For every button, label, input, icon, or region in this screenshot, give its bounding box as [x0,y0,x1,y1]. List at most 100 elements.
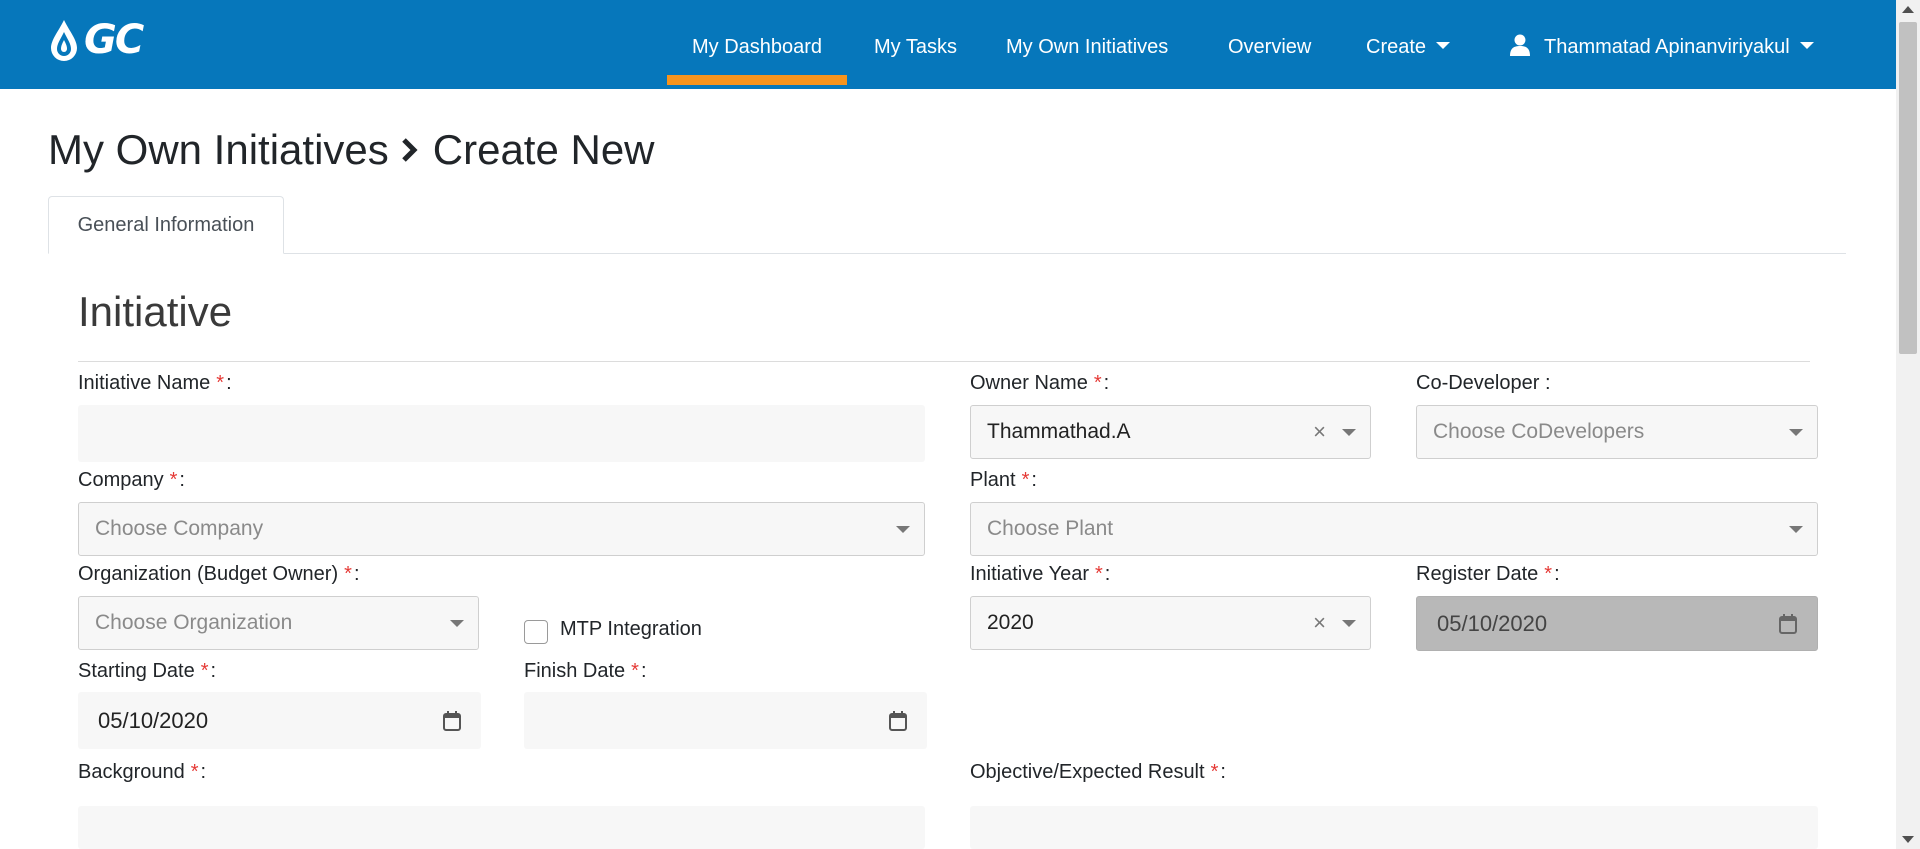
breadcrumb: My Own Initiatives Create New [48,126,655,174]
mtp-integration-label[interactable]: MTP Integration [560,618,702,641]
breadcrumb-parent[interactable]: My Own Initiatives [48,126,389,174]
label-suffix: : [200,761,207,783]
tab-general-information-label: General Information [77,214,255,236]
dropdown-arrow-icon [896,526,910,533]
chevron-down-icon [1799,42,1814,50]
required-mark: * [216,372,225,394]
plant-label: Plant *: [970,469,1037,492]
clear-icon[interactable]: × [1313,612,1326,634]
nav-overview-label: Overview [1228,36,1312,58]
tab-general-information[interactable]: General Information [48,196,284,254]
starting-date-label-text: Starting Date [78,660,195,682]
user-icon [1510,34,1530,56]
owner-name-select[interactable]: Thammathad.A × [970,405,1371,459]
company-placeholder: Choose Company [95,517,264,540]
user-menu-dropdown[interactable]: Thammatad Apinanviriyakul [1510,0,1814,89]
nav-overview[interactable]: Overview [1228,0,1311,89]
background-textarea[interactable] [78,806,925,849]
initiative-year-select[interactable]: 2020 × [970,596,1371,650]
co-developer-select[interactable]: Choose CoDevelopers [1416,405,1818,459]
organization-label: Organization (Budget Owner) *: [78,563,360,586]
section-title: Initiative [78,288,233,335]
required-mark: * [631,660,639,682]
starting-date-value: 05/10/2020 [98,707,209,733]
dropdown-arrow-icon [1342,429,1356,436]
chevron-right-icon [401,137,419,163]
initiative-name-input[interactable] [78,405,925,462]
nav-my-tasks[interactable]: My Tasks [874,0,957,89]
required-mark: * [1544,563,1553,585]
required-mark: * [1210,761,1219,783]
section-divider [78,361,1810,362]
dropdown-arrow-icon [1789,429,1803,436]
scroll-up-arrow-icon[interactable] [1902,6,1914,13]
breadcrumb-current: Create New [432,126,655,173]
starting-date-label: Starting Date *: [78,660,216,683]
initiative-year-value: 2020 [987,611,1034,634]
organization-label-text: Organization (Budget Owner) [78,563,339,585]
co-developer-label: Co-Developer : [1416,372,1551,394]
starting-date-input[interactable]: 05/10/2020 [78,692,481,749]
finish-date-input[interactable] [524,692,927,749]
label-suffix: : [1103,372,1110,394]
label-suffix: : [1220,761,1226,783]
plant-select[interactable]: Choose Plant [970,502,1818,556]
required-mark: * [344,563,352,585]
dropdown-arrow-icon [1789,526,1803,533]
required-mark: * [190,761,199,783]
nav-my-own-initiatives-label: My Own Initiatives [1006,36,1169,58]
finish-date-label-text: Finish Date [524,660,626,682]
required-mark: * [169,469,178,491]
objective-label-text: Objective/Expected Result [970,761,1205,783]
nav-my-own-initiatives[interactable]: My Own Initiatives [1006,0,1168,89]
initiative-year-label: Initiative Year *: [970,563,1110,586]
register-date-value: 05/10/2020 [1437,610,1548,636]
gc-logo[interactable]: GC [48,18,180,62]
clear-icon[interactable]: × [1313,421,1326,443]
label-suffix: : [1031,469,1037,491]
label-suffix: : [210,660,217,682]
calendar-icon[interactable] [443,710,461,731]
top-navbar: GC My Dashboard My Tasks My Own Initiati… [0,0,1896,89]
nav-my-tasks-label: My Tasks [874,36,957,58]
register-date-label-text: Register Date [1416,563,1539,585]
register-date-input: 05/10/2020 [1416,596,1818,651]
scroll-down-arrow-icon[interactable] [1902,836,1914,843]
page-scrollbar[interactable] [1896,0,1920,849]
label-suffix: : [1104,563,1111,585]
required-mark: * [1093,372,1102,394]
nav-my-dashboard-label: My Dashboard [692,36,823,58]
company-select[interactable]: Choose Company [78,502,925,556]
owner-name-label-text: Owner Name [970,372,1088,394]
finish-date-label: Finish Date *: [524,660,647,683]
background-label-text: Background [78,761,185,783]
dropdown-arrow-icon [1342,620,1356,627]
organization-select[interactable]: Choose Organization [78,596,479,650]
label-suffix: : [640,660,647,682]
initiative-name-label-text: Initiative Name [78,372,211,394]
label-suffix: : [1554,563,1560,585]
drop-logo-icon [51,20,77,61]
plant-placeholder: Choose Plant [987,517,1114,540]
initiative-name-label: Initiative Name *: [78,372,232,395]
label-suffix: : [353,563,360,585]
calendar-icon[interactable] [889,710,907,731]
mtp-integration-checkbox[interactable] [524,620,548,644]
nav-create-dropdown[interactable]: Create [1366,0,1451,89]
co-developer-placeholder: Choose CoDevelopers [1433,420,1645,443]
objective-label: Objective/Expected Result *: [970,761,1226,784]
chevron-down-icon [1436,42,1451,50]
plant-label-text: Plant [970,469,1016,491]
label-suffix: : [179,469,185,491]
organization-placeholder: Choose Organization [95,611,293,634]
objective-textarea[interactable] [970,806,1818,849]
nav-my-dashboard[interactable]: My Dashboard [666,0,848,89]
logo-text: GC [84,17,144,63]
required-mark: * [1094,563,1103,585]
dropdown-arrow-icon [450,620,464,627]
nav-create-label: Create [1366,36,1427,58]
required-mark: * [1021,469,1030,491]
scrollbar-thumb[interactable] [1899,22,1917,354]
background-label: Background *: [78,761,206,784]
company-label-text: Company [78,469,164,491]
